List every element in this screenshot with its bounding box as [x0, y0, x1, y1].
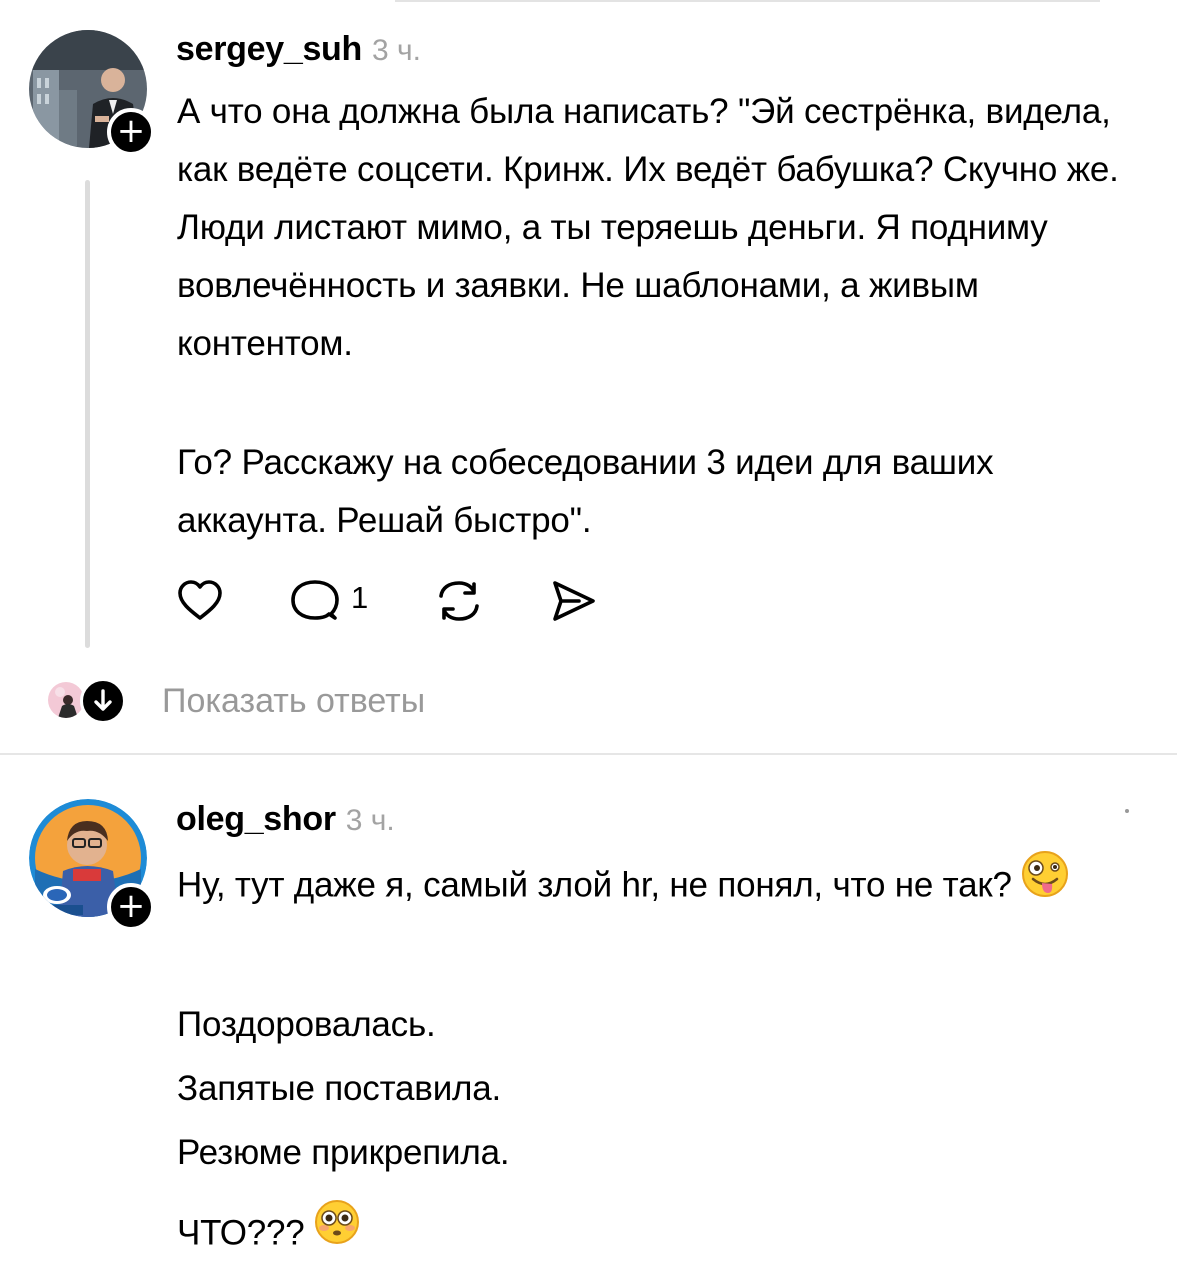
heart-icon: [178, 580, 222, 620]
arrow-down-icon: [94, 689, 112, 711]
comment-text-body: Ну, тут даже я, самый злой hr, не понял,…: [177, 865, 1012, 905]
flushed-face-emoji: [313, 1198, 361, 1264]
reply-avatar: [48, 682, 84, 718]
top-divider: [395, 0, 1100, 2]
comment-divider: [0, 753, 1177, 755]
follow-plus-button[interactable]: +: [107, 108, 155, 156]
comment-last-text: ЧТО???: [177, 1213, 305, 1253]
expand-badge: [80, 678, 126, 724]
comment-line-4: ЧТО???: [177, 1200, 361, 1268]
comment-header: oleg_shor 3 ч.: [176, 800, 395, 840]
timestamp: 3 ч.: [345, 804, 395, 837]
comment-bubble-icon: [291, 580, 339, 620]
plus-icon: +: [116, 111, 146, 151]
zany-face-emoji: [1020, 849, 1070, 917]
comment-header: sergey_suh 3 ч.: [176, 30, 421, 70]
repost-button[interactable]: [435, 578, 483, 629]
repost-icon: [439, 581, 479, 621]
show-replies-button[interactable]: Показать ответы: [48, 676, 508, 726]
timestamp: 3 ч.: [372, 34, 421, 67]
show-replies-label: Показать ответы: [162, 682, 426, 720]
action-bar: [177, 578, 637, 628]
plus-icon: +: [116, 886, 146, 926]
username[interactable]: oleg_shor: [176, 800, 336, 838]
comment-text: Ну, тут даже я, самый злой hr, не понял,…: [177, 851, 1137, 921]
comment-line-2: Запятые поставила.: [177, 1069, 502, 1108]
username[interactable]: sergey_suh: [176, 30, 362, 68]
send-icon: [553, 581, 595, 621]
share-button[interactable]: [549, 578, 597, 629]
comment-text-continued: Го? Расскажу на собеседовании 3 идеи для…: [177, 443, 994, 540]
thread-line: [85, 180, 90, 648]
reply-button[interactable]: [291, 578, 339, 629]
comment-line-1: Поздоровалась.: [177, 1005, 436, 1044]
like-button[interactable]: [177, 578, 223, 629]
comment-text: А что она должна была написать? "Эй сест…: [177, 92, 1119, 363]
follow-plus-button[interactable]: +: [107, 883, 155, 931]
comment-line-3: Резюме прикрепила.: [177, 1133, 510, 1172]
more-options-dot[interactable]: [1125, 809, 1129, 813]
reply-count: 1: [351, 580, 369, 615]
